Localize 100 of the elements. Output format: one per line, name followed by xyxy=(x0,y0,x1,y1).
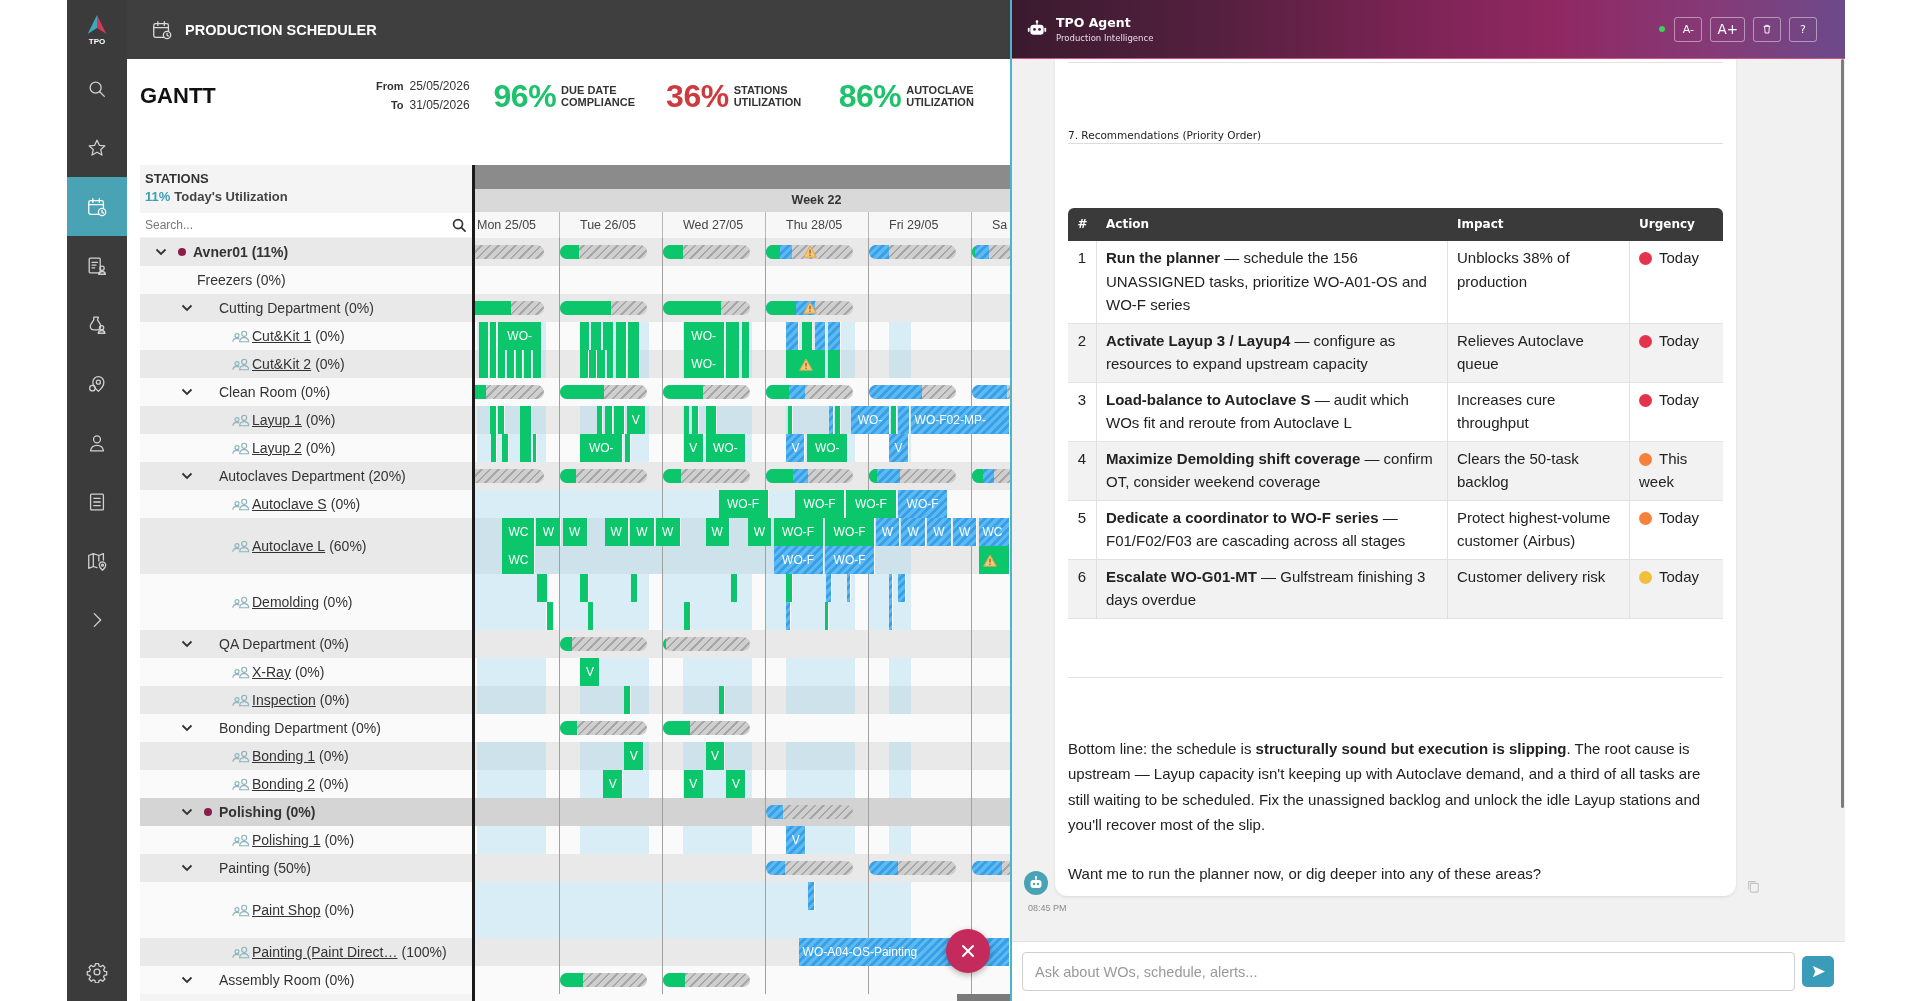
task-bar[interactable]: V xyxy=(726,770,747,798)
task-bar[interactable] xyxy=(507,350,515,378)
tree-row[interactable]: Clean Room (0%) xyxy=(140,378,472,406)
task-bar[interactable]: W xyxy=(630,518,655,546)
task-bar[interactable]: V xyxy=(889,434,909,462)
font-increase-button[interactable]: A+ xyxy=(1710,16,1745,42)
task-bar[interactable] xyxy=(846,574,851,602)
station-link[interactable]: Autoclave S xyxy=(252,496,327,512)
task-bar[interactable] xyxy=(532,434,537,462)
task-bar[interactable] xyxy=(829,406,834,434)
task-bar[interactable]: W xyxy=(927,518,952,546)
task-bar[interactable] xyxy=(741,350,751,378)
task-bar[interactable] xyxy=(498,406,505,434)
task-bar[interactable] xyxy=(718,686,726,714)
station-link[interactable]: Polishing 1 xyxy=(252,832,321,848)
task-bar[interactable] xyxy=(889,602,893,630)
help-button[interactable]: ? xyxy=(1789,16,1817,42)
task-bar[interactable] xyxy=(603,322,615,350)
task-bar[interactable]: V xyxy=(683,434,704,462)
message-input[interactable]: Ask about WOs, schedule, alerts... xyxy=(1022,952,1795,991)
task-bar[interactable] xyxy=(827,350,841,378)
tree-row[interactable]: Cutting Department (0%) xyxy=(140,294,472,322)
font-decrease-button[interactable]: A- xyxy=(1674,16,1703,42)
task-bar[interactable]: WO- xyxy=(851,406,890,434)
task-bar[interactable] xyxy=(801,322,814,350)
task-bar[interactable] xyxy=(478,350,489,378)
task-bar[interactable] xyxy=(978,546,1010,574)
task-bar[interactable]: WO-F xyxy=(718,490,769,518)
task-bar[interactable] xyxy=(490,350,498,378)
station-link[interactable]: Paint Shop xyxy=(252,902,321,918)
task-bar[interactable] xyxy=(731,574,739,602)
task-bar[interactable] xyxy=(478,322,489,350)
tree-row[interactable]: Painting (50%) xyxy=(140,854,472,882)
station-link[interactable]: Layup 2 xyxy=(252,440,302,456)
task-bar[interactable] xyxy=(890,406,897,434)
task-bar[interactable]: WO- xyxy=(683,350,725,378)
task-bar[interactable]: WO-F xyxy=(773,546,824,574)
task-bar[interactable] xyxy=(616,322,627,350)
task-bar[interactable] xyxy=(624,686,631,714)
task-bar[interactable] xyxy=(898,574,907,602)
task-bar[interactable] xyxy=(683,406,691,434)
task-bar[interactable]: V xyxy=(603,770,623,798)
station-link[interactable]: Inspection xyxy=(252,692,316,708)
tree-row[interactable]: Bonding Department (0%) xyxy=(140,714,472,742)
task-bar[interactable]: W xyxy=(655,518,681,546)
task-bar[interactable] xyxy=(490,434,497,462)
task-bar[interactable]: WC xyxy=(502,518,536,546)
tree-row[interactable]: Layup 1 (0%) xyxy=(140,406,472,434)
task-bar[interactable]: V xyxy=(786,826,807,854)
task-bar[interactable]: WO-F xyxy=(825,518,876,546)
tree-row[interactable]: QA Department (0%) xyxy=(140,630,472,658)
copy-icon[interactable] xyxy=(1746,879,1760,893)
task-bar[interactable]: WO-F02-MP- xyxy=(910,406,1010,434)
tree-row[interactable]: Polishing (0%) xyxy=(140,798,472,826)
task-bar[interactable] xyxy=(825,602,830,630)
tree-row[interactable]: Assembly Room (0%) xyxy=(140,966,472,994)
task-bar[interactable]: WO- xyxy=(580,434,623,462)
task-bar[interactable] xyxy=(786,350,827,378)
task-bar[interactable] xyxy=(580,350,589,378)
tree-row[interactable]: Bonding 1 (0%) xyxy=(140,742,472,770)
task-bar[interactable] xyxy=(628,322,641,350)
task-bar[interactable]: WO-F xyxy=(773,518,824,546)
nav-button[interactable] xyxy=(67,177,127,236)
tree-row[interactable]: Painting (Paint Direct… (100%) xyxy=(140,938,472,966)
task-bar[interactable] xyxy=(616,350,627,378)
task-bar[interactable] xyxy=(786,322,799,350)
task-bar[interactable]: WO-F xyxy=(795,490,846,518)
task-bar[interactable] xyxy=(596,406,604,434)
task-bar[interactable]: W xyxy=(562,518,588,546)
search-icon[interactable] xyxy=(452,218,466,232)
task-bar[interactable] xyxy=(788,406,794,434)
task-bar[interactable] xyxy=(519,406,532,434)
task-bar[interactable]: WC xyxy=(502,546,536,574)
tree-row[interactable]: Bonding 2 (0%) xyxy=(140,770,472,798)
task-bar[interactable]: W xyxy=(604,518,629,546)
task-bar[interactable]: W xyxy=(705,518,730,546)
task-bar[interactable] xyxy=(786,574,794,602)
task-bar[interactable] xyxy=(597,350,606,378)
scrollbar-thumb[interactable] xyxy=(1841,59,1844,808)
tree-row[interactable]: Cut&Kit 2 (0%) xyxy=(140,350,472,378)
task-bar[interactable] xyxy=(630,574,638,602)
station-link[interactable]: Cut&Kit 1 xyxy=(252,328,312,344)
tree-row[interactable]: Layup 2 (0%) xyxy=(140,434,472,462)
station-link[interactable]: Autoclave L xyxy=(252,538,326,554)
tree-row[interactable]: X-Ray (0%) xyxy=(140,658,472,686)
tree-row[interactable]: Cut&Kit 1 (0%) xyxy=(140,322,472,350)
task-bar[interactable] xyxy=(726,350,740,378)
scrollbar-thumb[interactable] xyxy=(957,994,1010,1001)
task-bar[interactable] xyxy=(490,406,497,434)
station-link[interactable]: Painting (Paint Direct… xyxy=(252,944,398,960)
task-bar[interactable] xyxy=(498,350,507,378)
station-link[interactable]: Bonding 2 xyxy=(252,776,316,792)
task-bar[interactable] xyxy=(580,322,591,350)
tree-row[interactable]: Autoclave S (0%) xyxy=(140,490,472,518)
task-bar[interactable] xyxy=(591,322,603,350)
station-link[interactable]: Bonding 1 xyxy=(252,748,316,764)
task-bar[interactable] xyxy=(624,434,631,462)
station-link[interactable]: X-Ray xyxy=(252,664,291,680)
station-link[interactable]: Demolding xyxy=(252,594,319,610)
task-bar[interactable]: WO-F xyxy=(846,490,897,518)
